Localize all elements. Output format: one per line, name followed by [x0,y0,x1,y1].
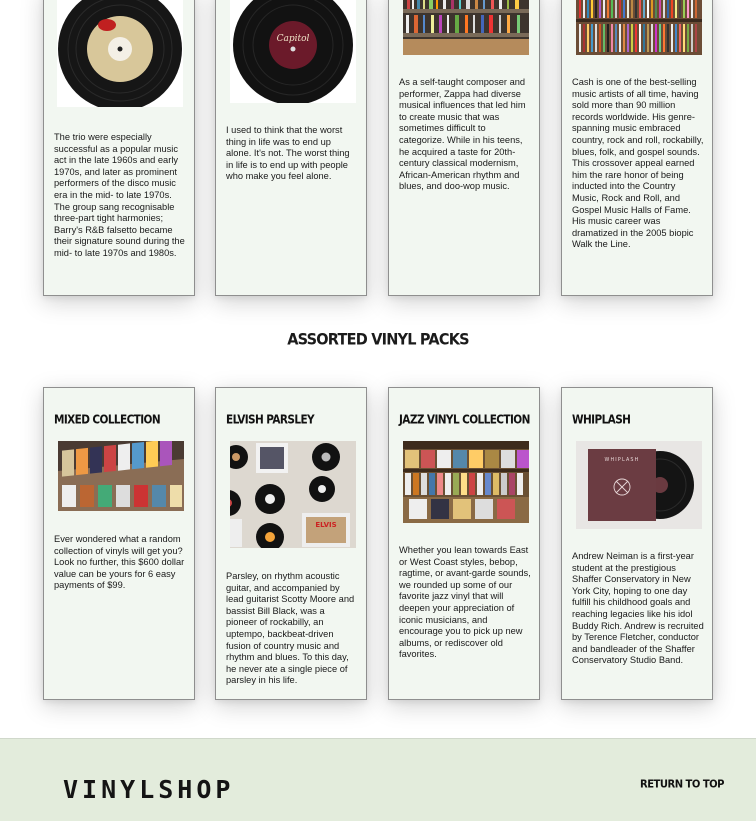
whiplash-cover-title: WHIPLASH [605,457,640,463]
card-text: As a self-taught composer and performer,… [399,77,526,192]
whiplash-record-image: WHIPLASH [576,441,702,529]
record-image [57,0,183,107]
artist-card-1: The trio were especially successful as a… [43,0,195,296]
footer: VINYLSHOP RETURN TO TOP [0,738,756,821]
pack-card-elvish-parsley[interactable]: ELVISH PARSLEY ELVIS Parsley, on rhythm … [215,387,367,700]
pack-text: Parsley, on rhythm acoustic guitar, and … [226,571,355,686]
record-store-image [403,0,529,55]
card-text: I used to think that the worst thing in … [226,125,350,182]
artist-card-2: Capitol I used to think that the worst t… [215,0,367,296]
pack-text: Whether you lean towards East or West Co… [399,545,531,660]
capitol-label: Capitol [277,34,310,44]
pack-text: Andrew Neiman is a first-year student at… [572,551,704,666]
pack-card-whiplash[interactable]: WHIPLASH WHIPLASH Andrew Neiman is a fir… [561,387,713,700]
card-text: Cash is one of the best-selling music ar… [572,77,704,250]
jazz-records-image [403,441,529,523]
record-shelf-image [576,0,702,55]
records-wall-image: ELVIS [230,441,356,548]
section-title: ASSORTED VINYL PACKS [287,331,469,349]
pack-card-jazz-vinyl-collection[interactable]: JAZZ VINYL COLLECTION Whether you lean t… [388,387,540,700]
artist-card-4: Cash is one of the best-selling music ar… [561,0,713,296]
card-text: The trio were especially successful as a… [54,132,185,258]
artist-card-3: As a self-taught composer and performer,… [388,0,540,296]
vinyl-crates-image [58,441,184,511]
return-to-top-link[interactable]: RETURN TO TOP [640,778,724,790]
pack-card-mixed-collection[interactable]: MIXED COLLECTION Ever wondered what a ra… [43,387,195,700]
pack-title: JAZZ VINYL COLLECTION [399,413,530,427]
pack-text: Ever wondered what a random collection o… [54,534,185,591]
pack-title: MIXED COLLECTION [54,413,161,427]
pack-title: WHIPLASH [572,413,631,427]
record-image: Capitol [230,0,356,103]
pack-title: ELVISH PARSLEY [226,413,315,427]
site-logo[interactable]: VINYLSHOP [63,775,234,804]
svg-text:ELVIS: ELVIS [315,521,336,529]
